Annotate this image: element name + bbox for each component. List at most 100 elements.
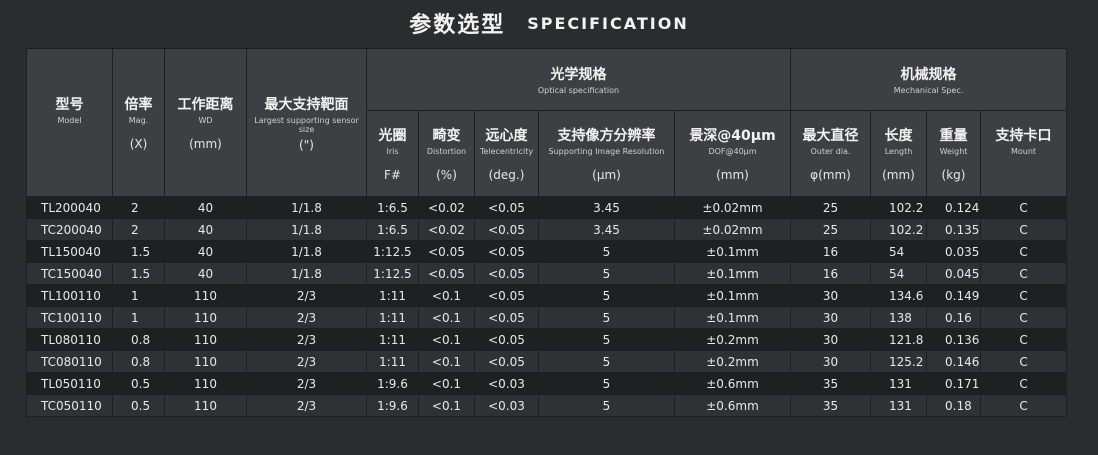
cell-mount: C	[979, 240, 1068, 263]
cell-telecentricity: <0.03	[474, 394, 539, 417]
cell-distortion: <0.1	[418, 328, 475, 351]
cell-iris: 1:12.5	[366, 240, 419, 263]
cell-resolution: 3.45	[538, 218, 675, 241]
cell-length: 131	[870, 394, 927, 417]
cell-mag: 1.5	[112, 240, 165, 263]
cell-mag: 0.5	[112, 394, 165, 417]
cell-mag: 2	[112, 218, 165, 241]
cell-sensor: 2/3	[246, 284, 367, 307]
cell-telecentricity: <0.05	[474, 240, 539, 263]
specification-table: 型号 Model 倍率 Mag. (X) 工作距离 WD (mm) 最大支持靶面 Large…	[26, 48, 1068, 417]
cell-length: 102.2	[870, 196, 927, 219]
cell-outer-dia: 30	[790, 328, 871, 351]
cell-mag: 1	[112, 284, 165, 307]
cell-distortion: <0.02	[418, 218, 475, 241]
cell-sensor: 1/1.8	[246, 196, 367, 219]
cell-wd: 110	[164, 306, 247, 329]
cell-mag: 0.8	[112, 350, 165, 373]
cell-mount: C	[979, 306, 1068, 329]
cell-mag: 1	[112, 306, 165, 329]
cell-telecentricity: <0.05	[474, 262, 539, 285]
cell-mount: C	[979, 262, 1068, 285]
cell-weight: 0.135	[926, 218, 981, 241]
cell-outer-dia: 35	[790, 394, 871, 417]
cell-mag: 0.8	[112, 328, 165, 351]
col-header-outer-dia: 最大直径 Outer dia. φ(mm)	[790, 110, 871, 197]
cell-mount: C	[979, 372, 1068, 395]
table-row: TC200040 2 40 1/1.8 1:6.5 <0.02 <0.05 3.45 ±0.02…	[26, 218, 1068, 241]
cell-iris: 1:12.5	[366, 262, 419, 285]
cell-sensor: 2/3	[246, 350, 367, 373]
cell-outer-dia: 16	[790, 240, 871, 263]
cell-length: 102.2	[870, 218, 927, 241]
group-header-mechanical: 机械规格 Mechanical Spec.	[789, 48, 1068, 111]
cell-resolution: 5	[538, 372, 675, 395]
cell-iris: 1:11	[366, 350, 419, 373]
table-row: TL050110 0.5 110 2/3 1:9.6 <0.1 <0.03 5 ±0.6mm 35…	[26, 372, 1068, 395]
cell-dof: ±0.02mm	[674, 196, 791, 219]
cell-outer-dia: 30	[790, 284, 871, 307]
cell-wd: 110	[164, 284, 247, 307]
cell-wd: 40	[164, 218, 247, 241]
cell-iris: 1:9.6	[366, 394, 419, 417]
cell-telecentricity: <0.05	[474, 350, 539, 373]
cell-mount: C	[979, 328, 1068, 351]
col-header-model: 型号 Model	[26, 48, 113, 197]
cell-sensor: 1/1.8	[246, 218, 367, 241]
cell-resolution: 5	[538, 284, 675, 307]
cell-resolution: 5	[538, 240, 675, 263]
cell-distortion: <0.1	[418, 394, 475, 417]
cell-length: 138	[870, 306, 927, 329]
cell-outer-dia: 25	[790, 196, 871, 219]
cell-length: 134.6	[870, 284, 927, 307]
cell-wd: 110	[164, 328, 247, 351]
cell-model: TC080110	[26, 350, 113, 373]
cell-sensor: 1/1.8	[246, 240, 367, 263]
cell-sensor: 2/3	[246, 372, 367, 395]
col-header-resolution: 支持像方分辨率 Supporting Image Resolution (μm)	[538, 110, 675, 197]
cell-model: TC150040	[26, 262, 113, 285]
cell-weight: 0.149	[926, 284, 981, 307]
cell-distortion: <0.1	[418, 284, 475, 307]
cell-resolution: 5	[538, 306, 675, 329]
cell-dof: ±0.1mm	[674, 240, 791, 263]
cell-weight: 0.045	[926, 262, 981, 285]
cell-mount: C	[979, 350, 1068, 373]
cell-length: 125.2	[870, 350, 927, 373]
cell-wd: 40	[164, 262, 247, 285]
cell-dof: ±0.6mm	[674, 394, 791, 417]
title-cn: 参数选型	[409, 13, 506, 38]
cell-distortion: <0.1	[418, 372, 475, 395]
col-header-weight: 重量 Weight (kg)	[926, 110, 981, 197]
cell-dof: ±0.6mm	[674, 372, 791, 395]
cell-distortion: <0.05	[418, 240, 475, 263]
cell-model: TL150040	[26, 240, 113, 263]
col-header-length: 长度 Length (mm)	[870, 110, 927, 197]
cell-resolution: 5	[538, 262, 675, 285]
cell-length: 54	[870, 262, 927, 285]
cell-telecentricity: <0.05	[474, 328, 539, 351]
cell-weight: 0.18	[926, 394, 981, 417]
cell-sensor: 2/3	[246, 394, 367, 417]
cell-length: 131	[870, 372, 927, 395]
cell-iris: 1:11	[366, 284, 419, 307]
cell-mount: C	[979, 284, 1068, 307]
cell-sensor: 1/1.8	[246, 262, 367, 285]
table-row: TC150040 1.5 40 1/1.8 1:12.5 <0.05 <0.05 5 ±0.1m…	[26, 262, 1068, 285]
cell-distortion: <0.05	[418, 262, 475, 285]
cell-weight: 0.16	[926, 306, 981, 329]
cell-telecentricity: <0.05	[474, 196, 539, 219]
cell-outer-dia: 30	[790, 306, 871, 329]
cell-iris: 1:11	[366, 306, 419, 329]
cell-weight: 0.035	[926, 240, 981, 263]
cell-sensor: 2/3	[246, 328, 367, 351]
cell-outer-dia: 30	[790, 350, 871, 373]
col-header-sensor-size: 最大支持靶面 Largest supporting sensor size (")	[246, 48, 367, 197]
cell-outer-dia: 35	[790, 372, 871, 395]
col-header-mount: 支持卡口 Mount	[979, 110, 1068, 197]
col-header-dof: 景深@40μm DOF@40μm (mm)	[674, 110, 791, 197]
cell-iris: 1:9.6	[366, 372, 419, 395]
cell-mag: 2	[112, 196, 165, 219]
col-header-telecentricity: 远心度 Telecentricity (deg.)	[474, 110, 539, 197]
cell-weight: 0.136	[926, 328, 981, 351]
